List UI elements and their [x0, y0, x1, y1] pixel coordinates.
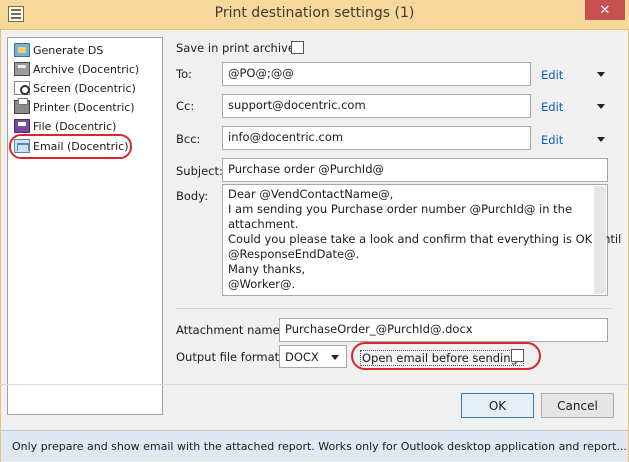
format-label: Output file format:	[176, 350, 284, 364]
cc-field[interactable]: support@docentric.com	[222, 94, 531, 118]
destination-label: Generate DS	[33, 43, 104, 57]
printer-icon	[14, 98, 30, 114]
archive-label: Save in print archive?	[176, 41, 302, 55]
bcc-dropdown-arrow-icon[interactable]	[597, 137, 605, 142]
cc-dropdown-arrow-icon[interactable]	[597, 104, 605, 109]
body-line: I am sending you Purchase order number @…	[228, 202, 573, 216]
destination-label: Archive (Docentric)	[33, 62, 140, 76]
status-bar: Only prepare and show email with the att…	[1, 430, 628, 461]
email-highlight-oval	[9, 134, 132, 159]
close-button[interactable]: ✕	[585, 0, 625, 20]
body-line: @ResponseEndDate@.	[228, 247, 360, 261]
bcc-edit-link[interactable]: Edit	[541, 133, 563, 147]
attachment-label: Attachment name:	[176, 323, 284, 337]
body-label: Body:	[176, 189, 209, 203]
open-email-label: Open email before sending:	[360, 350, 524, 366]
screen-preview-icon	[14, 81, 30, 95]
to-dropdown-arrow-icon[interactable]	[597, 72, 605, 77]
form-divider	[176, 308, 612, 309]
archive-icon	[14, 62, 30, 76]
destination-file[interactable]: File (Docentric)	[14, 117, 116, 135]
attachment-name-field[interactable]: PurchaseOrder_@PurchId@.docx	[279, 318, 608, 342]
open-email-checkbox[interactable]	[511, 349, 524, 362]
bcc-label: Bcc:	[176, 132, 201, 146]
cc-label: Cc:	[176, 99, 195, 113]
body-line: Could you please take a look and confirm…	[228, 232, 622, 246]
title-bar: Print destination settings (1) ✕	[0, 0, 629, 30]
body-line: Many thanks,	[228, 262, 306, 276]
destination-label: File (Docentric)	[33, 119, 117, 133]
to-edit-link[interactable]: Edit	[541, 68, 563, 82]
cancel-button[interactable]: Cancel	[541, 393, 614, 418]
to-field[interactable]: @PO@;@@	[222, 62, 531, 86]
bcc-field[interactable]: info@docentric.com	[222, 126, 531, 150]
chevron-down-icon	[331, 355, 339, 360]
body-textarea[interactable]: Dear @VendContactName@, I am sending you…	[222, 184, 622, 296]
destination-generate-ds[interactable]: Generate DS	[14, 41, 103, 59]
destination-screen[interactable]: Screen (Docentric)	[14, 79, 136, 97]
destination-printer[interactable]: Printer (Docentric)	[14, 98, 135, 116]
subject-label: Subject:	[176, 164, 223, 178]
destination-archive[interactable]: Archive (Docentric)	[14, 60, 139, 78]
destination-list: Generate DS Archive (Docentric) Screen (…	[7, 37, 163, 415]
to-label: To:	[176, 67, 192, 81]
button-divider	[0, 384, 629, 385]
output-format-value: DOCX	[285, 350, 319, 364]
body-line: @Worker@.	[228, 277, 296, 291]
body-line: Dear @VendContactName@,	[228, 187, 394, 201]
destination-label: Screen (Docentric)	[33, 81, 136, 95]
window-title: Print destination settings (1)	[214, 5, 415, 21]
output-format-select[interactable]: DOCX	[279, 345, 347, 368]
body-scrollbar[interactable]	[594, 186, 606, 294]
save-archive-checkbox[interactable]	[291, 41, 304, 54]
cc-edit-link[interactable]: Edit	[541, 100, 563, 114]
ok-button[interactable]: OK	[461, 393, 534, 418]
destination-label: Printer (Docentric)	[33, 100, 135, 114]
body-line: attachment.	[228, 217, 299, 231]
file-icon	[14, 119, 30, 133]
subject-field[interactable]: Purchase order @PurchId@	[222, 158, 608, 182]
data-source-icon	[14, 43, 30, 57]
